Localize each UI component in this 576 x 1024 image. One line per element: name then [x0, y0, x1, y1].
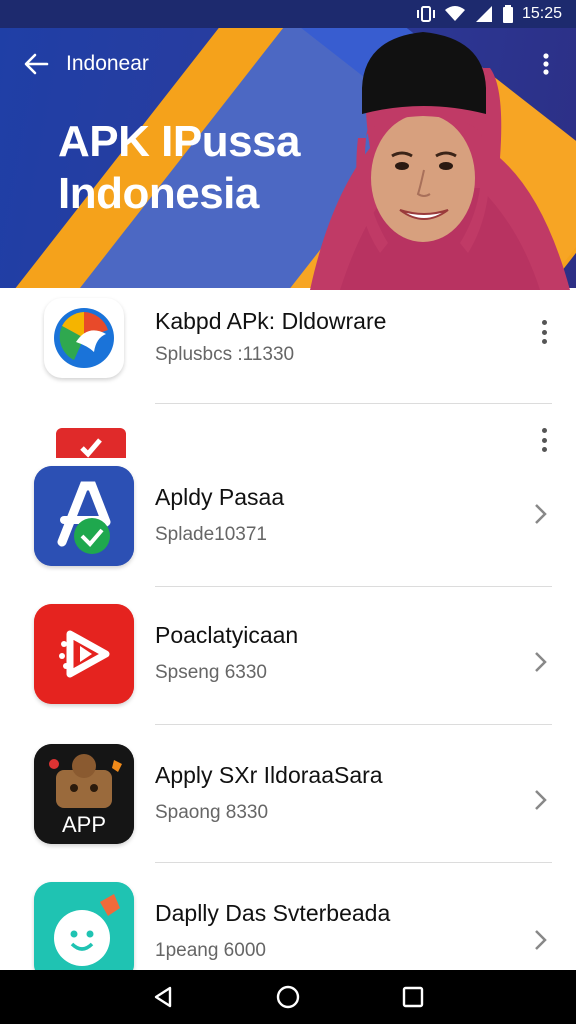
nav-back-icon: [154, 986, 171, 1008]
list-item-title: Kabpd APk: Dldowrare: [155, 308, 387, 334]
nav-home-icon: [276, 985, 300, 1009]
app-icon: [34, 466, 134, 566]
list-item-title: Apply SXr IldoraaSara: [155, 762, 383, 788]
back-button[interactable]: [8, 36, 64, 92]
nav-home-button[interactable]: [268, 977, 308, 1017]
app-icon: [44, 298, 124, 378]
list-item-subtitle: 1peang 6000: [155, 940, 266, 961]
app-icon-label: APP: [61, 812, 107, 837]
more-vert-icon[interactable]: [534, 426, 554, 454]
app-icon: [34, 882, 134, 982]
list-item[interactable]: [0, 404, 576, 464]
overflow-menu-button[interactable]: [530, 48, 562, 80]
list-item[interactable]: Daplly Das Svterbeada 1peang 6000: [0, 862, 576, 982]
wifi-icon: [444, 5, 466, 23]
app-icon: [34, 604, 134, 704]
list-item[interactable]: Kabpd APk: Dldowrare Splusbcs :11330: [0, 288, 576, 404]
hero-title-line-1: APK IPussa: [58, 117, 300, 166]
more-vert-icon[interactable]: [534, 318, 554, 346]
list-item-title: Poaclatyicaan: [155, 622, 299, 648]
hero-title: APK IPussa Indonesia: [58, 116, 300, 220]
chevron-right-icon: [535, 504, 547, 524]
chevron-right-icon: [535, 652, 547, 672]
chevron-right-icon: [535, 790, 547, 810]
vibrate-icon: [416, 5, 436, 23]
list-item-title: Daplly Das Svterbeada: [155, 900, 391, 926]
app-bar-title: Indonear: [66, 52, 149, 75]
app-list: Kabpd APk: Dldowrare Splusbcs :11330 Apl…: [0, 288, 576, 982]
list-item[interactable]: Poaclatyicaan Spseng 6330: [0, 586, 576, 725]
chevron-right-icon: [535, 930, 547, 950]
list-item-subtitle: Spseng 6330: [155, 662, 267, 683]
list-item-subtitle: Spaong 8330: [155, 802, 269, 823]
nav-recents-button[interactable]: [393, 977, 433, 1017]
app-icon: [56, 428, 126, 458]
status-time: 15:25: [521, 5, 562, 22]
list-item[interactable]: Apldy Pasaa Splade10371: [0, 464, 576, 587]
more-vert-icon: [543, 53, 549, 75]
list-item-title: Apldy Pasaa: [155, 484, 285, 510]
back-arrow-icon: [24, 53, 49, 75]
list-item-subtitle: Splade10371: [155, 524, 267, 545]
app-bar: Indonear: [0, 36, 576, 92]
screen: 15:25 Indonear APK IPussa Indonesia Kabp…: [0, 0, 576, 1024]
battery-icon: [502, 5, 514, 23]
list-item-subtitle: Splusbcs :11330: [155, 344, 295, 365]
system-nav-bar: [0, 970, 576, 1024]
hero-title-line-2: Indonesia: [58, 169, 259, 218]
nav-recents-icon: [403, 986, 424, 1008]
app-icon: APP: [34, 744, 134, 844]
list-item[interactable]: APP Apply SXr IldoraaSara Spaong 8330: [0, 724, 576, 863]
nav-back-button[interactable]: [143, 977, 183, 1017]
signal-icon: [474, 5, 494, 23]
status-bar: 15:25: [0, 0, 576, 28]
